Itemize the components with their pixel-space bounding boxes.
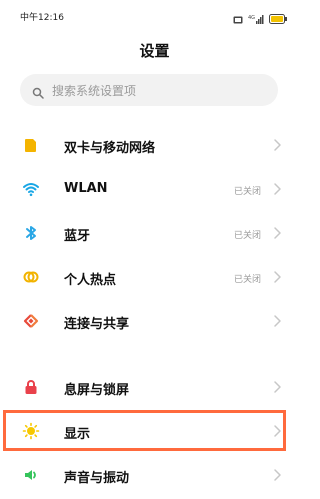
page-title: 设置	[139, 42, 170, 60]
hotspot-icon	[22, 268, 40, 286]
search-placeholder: 搜索系统设置项	[52, 83, 137, 98]
chevron-right-icon	[273, 379, 282, 393]
connection-sharing-icon	[22, 312, 40, 330]
settings-item-sound-vibration[interactable]: 声音与振动	[0, 454, 309, 498]
bluetooth-icon	[22, 224, 40, 242]
status-time: 中午12:16	[20, 13, 64, 23]
settings-item-wlan[interactable]: WLAN 已关闭	[0, 168, 309, 212]
settings-item-label: 连接与共享	[64, 317, 130, 332]
sim-status-icon	[233, 9, 243, 28]
display-highlight-box	[3, 410, 286, 451]
settings-item-lock-screen[interactable]: 息屏与锁屏	[0, 366, 309, 410]
chevron-right-icon	[273, 269, 282, 283]
sim-card-icon	[22, 136, 40, 154]
settings-item-hotspot[interactable]: 个人热点 已关闭	[0, 256, 309, 300]
settings-item-bluetooth[interactable]: 蓝牙 已关闭	[0, 212, 309, 256]
svg-text:4G: 4G	[248, 15, 255, 21]
search-bar[interactable]: 搜索系统设置项	[20, 74, 278, 106]
wifi-icon	[22, 180, 40, 198]
lock-icon	[22, 378, 40, 396]
speaker-icon	[22, 466, 40, 484]
settings-item-label: 双卡与移动网络	[64, 141, 156, 156]
chevron-right-icon	[273, 313, 282, 327]
settings-item-status: 已关闭	[233, 187, 261, 197]
chevron-right-icon	[273, 181, 282, 195]
settings-item-label: 声音与振动	[64, 471, 130, 486]
settings-item-status: 已关闭	[233, 275, 261, 285]
settings-item-connection-sharing[interactable]: 连接与共享	[0, 300, 309, 344]
search-icon	[32, 84, 44, 99]
status-icons: 4G	[233, 9, 287, 28]
settings-item-status: 已关闭	[233, 231, 261, 241]
settings-item-label: 息屏与锁屏	[64, 383, 130, 398]
settings-item-label: 蓝牙	[64, 229, 91, 244]
status-bar: 中午12:16 4G	[0, 0, 309, 28]
settings-item-label: WLAN	[64, 181, 108, 196]
chevron-right-icon	[273, 137, 282, 151]
signal-icon: 4G	[248, 9, 264, 28]
chevron-right-icon	[273, 225, 282, 239]
settings-item-label: 个人热点	[64, 273, 117, 288]
battery-icon	[269, 9, 287, 28]
group-spacer	[0, 342, 309, 362]
chevron-right-icon	[273, 467, 282, 481]
settings-item-dual-sim[interactable]: 双卡与移动网络	[0, 124, 309, 168]
